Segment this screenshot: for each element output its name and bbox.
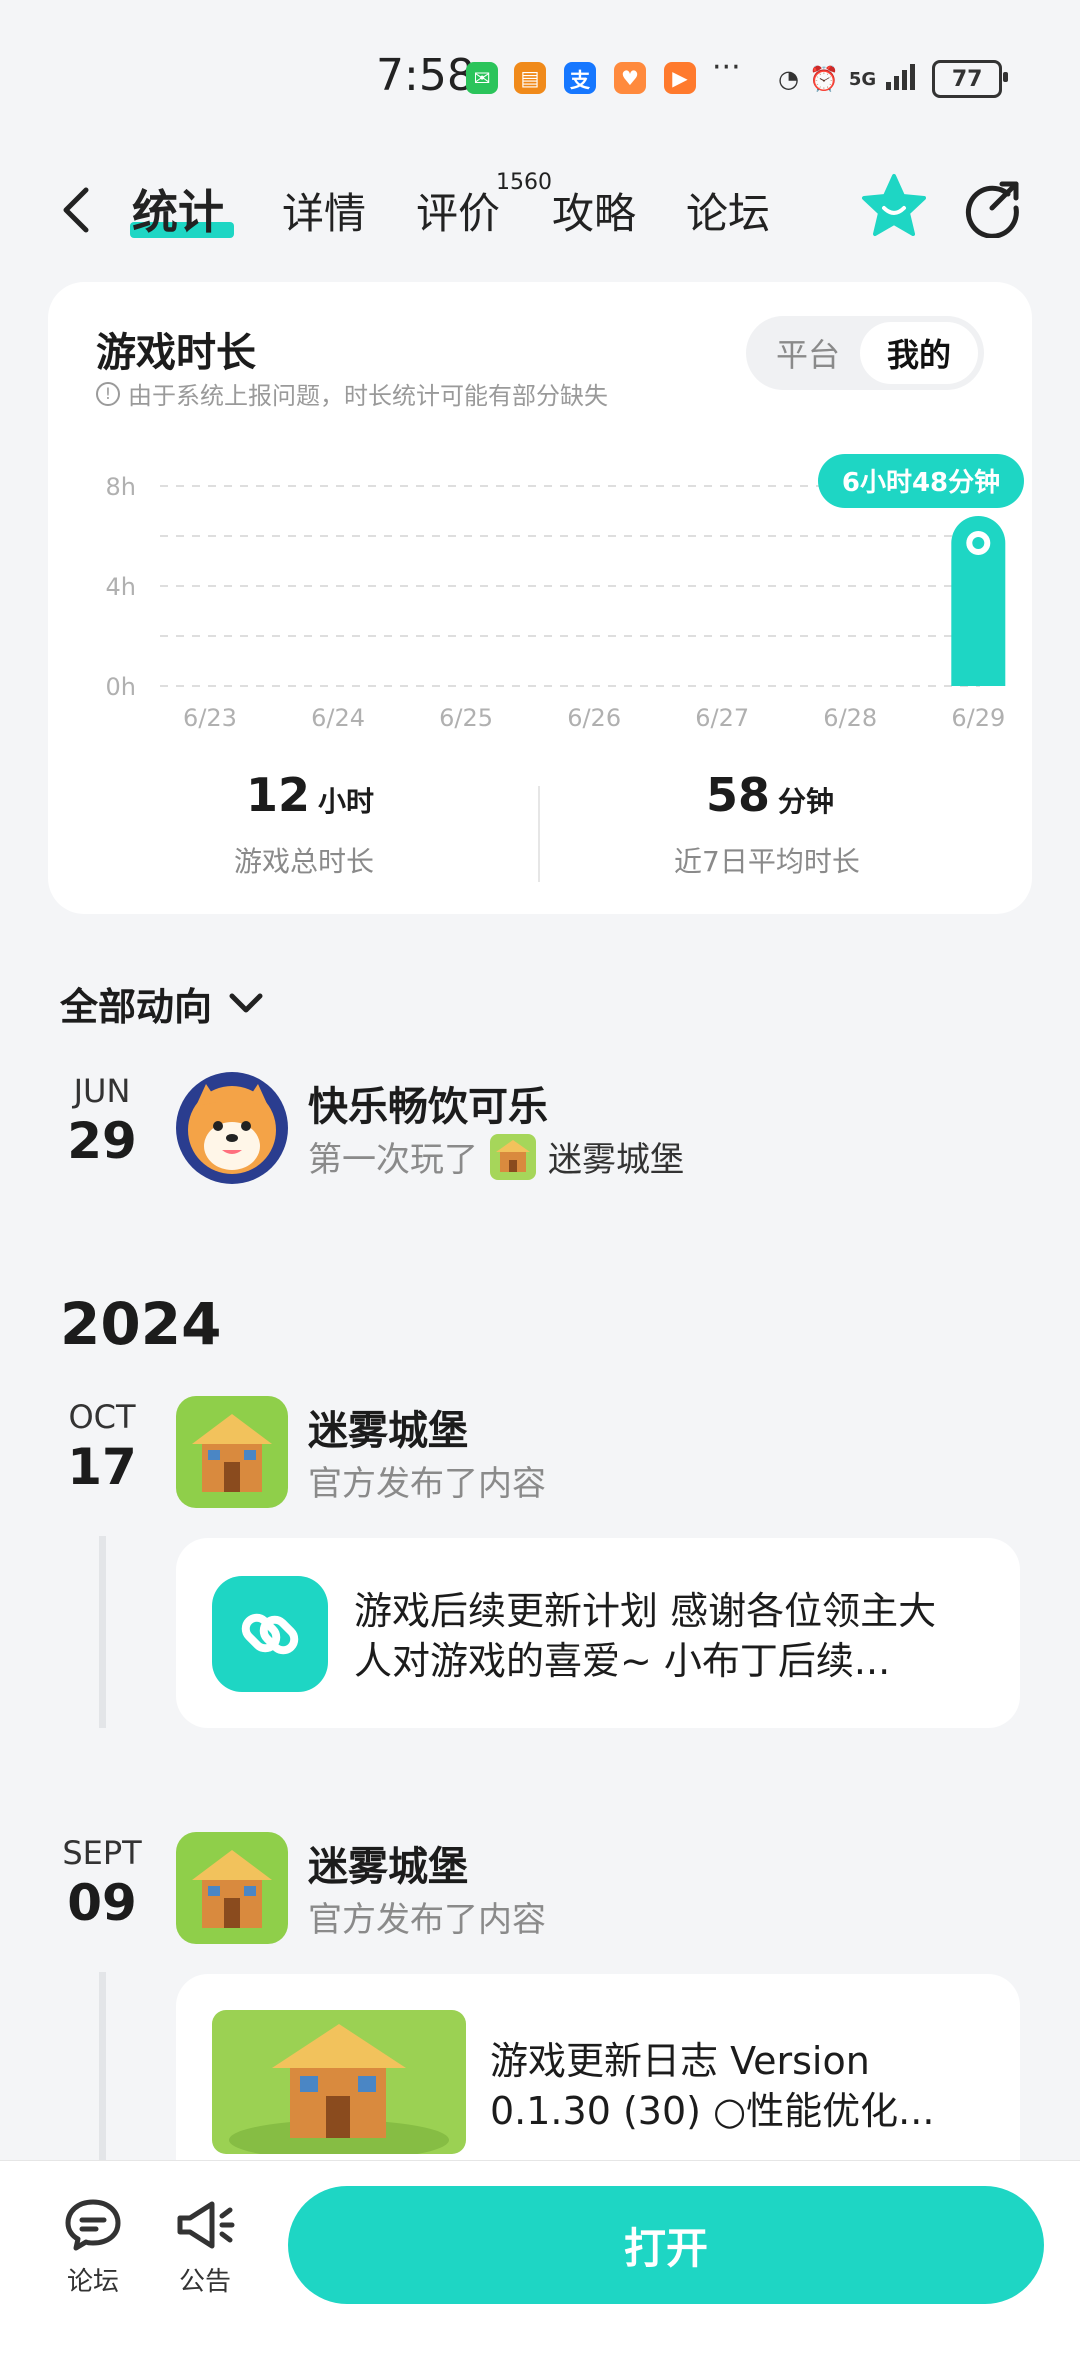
tab-guides[interactable]: 攻略 [552, 180, 636, 241]
network-label: 5G [848, 68, 877, 90]
x-tick-label: 6/27 [695, 704, 749, 732]
status-indicators: ◔ ⏰ 5G 77 [778, 60, 1009, 98]
x-tick-label: 6/26 [567, 704, 621, 732]
entry-activity-text: 官方发布了内容 [308, 1900, 546, 1940]
chat-bubble-icon [65, 2199, 121, 2251]
x-tick-label: 6/28 [823, 704, 877, 732]
back-button[interactable] [56, 180, 96, 240]
entry-day: 29 [67, 1112, 137, 1170]
taobao-icon: ▤ [514, 62, 546, 94]
entry-month: SEPT [62, 1834, 142, 1872]
alipay-icon: 支 [564, 62, 596, 94]
user-avatar[interactable] [176, 1072, 288, 1184]
star-icon [862, 174, 926, 236]
entry-month: OCT [68, 1398, 136, 1436]
link-icon [212, 1576, 328, 1692]
activity-filter-label: 全部动向 [60, 985, 213, 1029]
x-tick-label: 6/29 [951, 704, 1005, 732]
average-playtime: 58 分钟 [706, 768, 834, 822]
x-tick-label: 6/23 [183, 704, 237, 732]
video-icon: ▶ [664, 62, 696, 94]
year-heading: 2024 [60, 1290, 222, 1358]
favorite-button[interactable] [860, 172, 928, 240]
status-time: 7:58 [376, 50, 475, 101]
x-tick-label: 6/25 [439, 704, 493, 732]
signal-icon [886, 62, 922, 96]
total-playtime-unit: 小时 [318, 785, 375, 818]
entry-publisher-name[interactable]: 迷雾城堡 [308, 1398, 468, 1456]
battery-icon: 77 [932, 60, 1009, 98]
average-playtime-label: 近7日平均时长 [674, 845, 860, 878]
average-playtime-value: 58 [706, 768, 771, 822]
entry-day: 17 [67, 1438, 137, 1496]
castle-game-icon [176, 1396, 288, 1508]
alarm-icon: ⏰ [808, 65, 839, 93]
more-notifications-icon: ··· [712, 50, 741, 85]
bar-marker-dot [972, 537, 985, 549]
entry-activity-text: 官方发布了内容 [308, 1464, 546, 1504]
forum-button-label: 论坛 [66, 2267, 119, 2297]
entry-game-name[interactable]: 迷雾城堡 [548, 1132, 684, 1181]
tab-stats[interactable]: 统计 [132, 176, 224, 242]
game-icon[interactable] [176, 1832, 288, 1944]
announcement-button[interactable]: 公告 [160, 2196, 250, 2298]
entry-month: JUN [73, 1072, 131, 1110]
game-thumb-icon [490, 1133, 536, 1180]
game-icon[interactable] [176, 1396, 288, 1508]
wechat-icon: ✉ [466, 62, 498, 94]
playtime-title: 游戏时长 [96, 330, 256, 376]
open-game-button[interactable]: 打开 [288, 2186, 1044, 2304]
entry-user-name[interactable]: 快乐畅饮可乐 [308, 1074, 548, 1132]
activity-filter[interactable]: 全部动向 [60, 976, 264, 1031]
timeline-line [99, 1972, 106, 2162]
share-button[interactable] [962, 178, 1022, 239]
y-tick-label: 4h [106, 573, 136, 601]
entry-activity: 第一次玩了 迷雾城堡 [308, 1132, 684, 1181]
announcement-button-label: 公告 [178, 2267, 231, 2297]
info-icon: ! [96, 381, 120, 406]
post-text: 游戏更新日志 Version 0.1.30 (30) ○性能优化... [490, 2039, 935, 2133]
toggle-mine[interactable]: 我的 [860, 322, 978, 384]
megaphone-icon [177, 2201, 235, 2249]
tab-details[interactable]: 详情 [282, 180, 366, 241]
average-playtime-unit: 分钟 [778, 785, 835, 818]
tab-forum[interactable]: 论坛 [686, 180, 770, 241]
x-tick-label: 6/24 [311, 704, 365, 732]
total-playtime-label: 游戏总时长 [234, 845, 375, 878]
tab-reviews[interactable]: 评价 [416, 180, 500, 241]
castle-game-icon [176, 1832, 288, 1944]
entry-publisher-name[interactable]: 迷雾城堡 [308, 1834, 468, 1892]
stat-divider [538, 786, 540, 882]
review-count-badge: 1560 [496, 170, 552, 195]
bar-value-label: 6小时48分钟 [842, 467, 1000, 498]
chevron-down-icon [229, 993, 263, 1012]
post-text: 游戏后续更新计划 感谢各位领主大人对游戏的喜爱~ 小布丁后续... [354, 1589, 937, 1683]
health-icon: ♥ [614, 62, 646, 94]
toggle-platform[interactable]: 平台 [752, 322, 864, 384]
entry-day: 09 [67, 1874, 137, 1932]
data-saver-icon: ◔ [778, 65, 799, 93]
entry-activity-text: 第一次玩了 [308, 1140, 478, 1180]
forum-button[interactable]: 论坛 [48, 2196, 138, 2298]
post-thumbnail [212, 2010, 466, 2154]
y-tick-label: 8h [106, 473, 136, 501]
playtime-note: ! 由于系统上报问题，时长统计可能有部分缺失 [96, 376, 608, 411]
playtime-note-text: 由于系统上报问题，时长统计可能有部分缺失 [128, 382, 608, 410]
total-playtime: 12 小时 [246, 768, 374, 822]
castle-thumbnail-image [212, 2010, 466, 2154]
battery-level: 77 [951, 66, 983, 92]
shiba-avatar-icon [176, 1072, 288, 1184]
y-tick-label: 0h [106, 673, 136, 701]
share-icon [965, 181, 1019, 239]
playtime-chart: 8h 4h 0h 6/23 6/24 6/25 6/26 6/27 6/28 6/29 6小时48分… [106, 454, 1024, 732]
chevron-left-icon [63, 187, 89, 233]
timeline-line [99, 1536, 106, 1728]
total-playtime-value: 12 [246, 768, 311, 822]
